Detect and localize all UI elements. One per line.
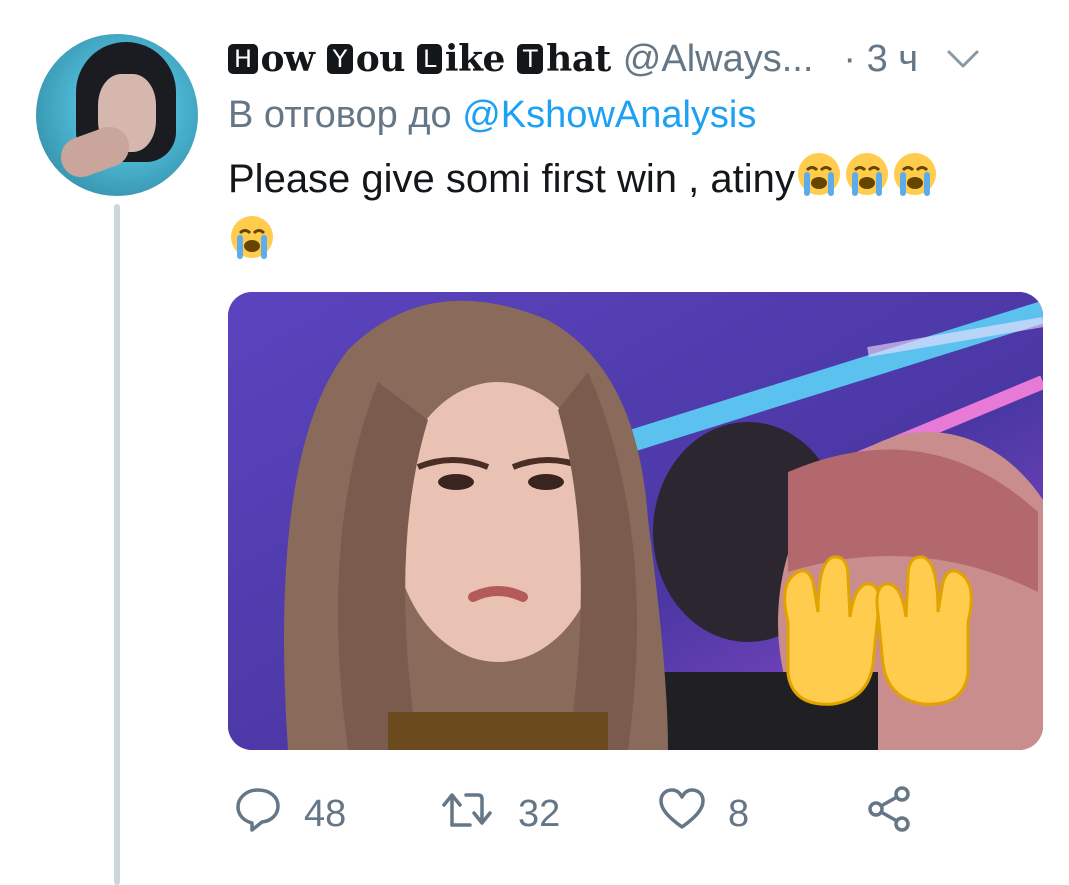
share-icon <box>864 784 914 844</box>
reply-button[interactable]: 48 <box>234 784 346 844</box>
tweet-content: How You Like That @Always... · 3 ч В отг… <box>228 30 1043 276</box>
display-name-word-rest: hat <box>546 38 611 80</box>
display-name-letter: T <box>516 44 544 74</box>
display-name-letter: H <box>228 44 258 74</box>
tweet-timestamp[interactable]: · 3 ч <box>843 38 918 81</box>
like-button[interactable]: 8 <box>658 784 749 844</box>
media-photo <box>228 292 1043 750</box>
tweet-header: How You Like That @Always... · 3 ч <box>228 30 1043 88</box>
display-name-word-rest: ou <box>355 38 406 80</box>
reply-prefix: В отговор до <box>228 94 452 136</box>
like-count: 8 <box>728 792 750 835</box>
thread-line <box>114 204 120 885</box>
tweet[interactable]: How You Like That @Always... · 3 ч В отг… <box>0 0 1069 885</box>
reply-context: В отговор до @KshowAnalysis <box>228 94 1043 144</box>
reply-mention-link[interactable]: @KshowAnalysis <box>462 94 756 136</box>
tweet-text: Please give somi first win , atiny <box>228 150 1028 276</box>
tweet-actions: 48 32 8 <box>228 784 1043 844</box>
tweet-media-image[interactable] <box>228 292 1043 750</box>
avatar[interactable] <box>36 34 198 196</box>
display-name-word-rest: ike <box>444 38 506 80</box>
loudly-crying-face-icon <box>795 150 843 213</box>
display-name-word-rest: ow <box>260 38 316 80</box>
retweet-button[interactable]: 32 <box>440 784 560 844</box>
retweet-icon <box>440 787 496 841</box>
display-name[interactable]: How You Like That <box>228 38 611 80</box>
tweet-body: Please give somi first win , atiny <box>228 157 795 201</box>
loudly-crying-face-icon <box>891 150 939 213</box>
loudly-crying-face-icon <box>843 150 891 213</box>
display-name-letter: L <box>417 44 442 74</box>
loudly-crying-face-icon <box>228 213 276 276</box>
heart-icon <box>658 787 706 841</box>
chevron-down-icon[interactable] <box>946 48 980 70</box>
user-handle[interactable]: @Always... <box>623 38 814 81</box>
retweet-count: 32 <box>518 792 561 835</box>
share-button[interactable] <box>864 784 914 844</box>
avatar-column <box>36 34 198 196</box>
reply-count: 48 <box>304 792 347 835</box>
display-name-letter: Y <box>326 44 353 74</box>
reply-icon <box>234 786 282 842</box>
